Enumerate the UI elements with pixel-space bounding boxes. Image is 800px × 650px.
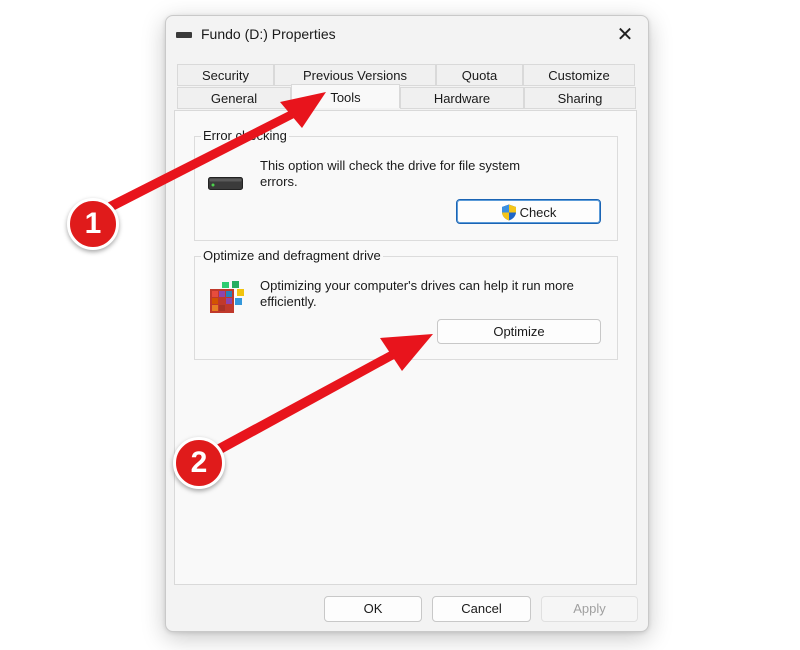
tab-customize[interactable]: Customize — [523, 64, 635, 86]
title-bar[interactable]: Fundo (D:) Properties ✕ — [166, 16, 648, 54]
tab-general[interactable]: General — [177, 87, 291, 109]
step-1-badge: 1 — [67, 198, 119, 250]
optimize-description: Optimizing your computer's drives can he… — [260, 278, 574, 309]
tools-panel: Error checking This option will check th… — [174, 110, 637, 585]
tab-security[interactable]: Security — [177, 64, 274, 86]
apply-button: Apply — [541, 596, 638, 622]
tab-hardware[interactable]: Hardware — [400, 87, 524, 109]
error-checking-label: Error checking — [201, 128, 289, 143]
tab-previous-versions[interactable]: Previous Versions — [274, 64, 436, 86]
drive-icon — [176, 32, 192, 38]
window-title: Fundo (D:) Properties — [201, 26, 336, 42]
tab-tools[interactable]: Tools — [291, 84, 400, 108]
check-button-label: Check — [519, 205, 557, 221]
ok-button[interactable]: OK — [324, 596, 422, 622]
error-checking-description: This option will check the drive for fil… — [260, 158, 521, 189]
error-checking-group: Error checking This option will check th… — [194, 128, 618, 241]
cancel-button[interactable]: Cancel — [432, 596, 531, 622]
optimize-group: Optimize and defragment drive Optimizing… — [194, 248, 618, 360]
tab-quota[interactable]: Quota — [436, 64, 523, 86]
step-2-badge: 2 — [173, 437, 225, 489]
tab-sharing[interactable]: Sharing — [524, 87, 636, 109]
defrag-icon — [208, 279, 246, 315]
check-button[interactable]: Check — [456, 199, 601, 224]
properties-window: Fundo (D:) Properties ✕ Security Previou… — [165, 15, 649, 632]
close-icon[interactable]: ✕ — [610, 22, 640, 48]
hard-drive-icon — [208, 177, 243, 190]
optimize-label: Optimize and defragment drive — [201, 248, 383, 263]
optimize-button[interactable]: Optimize — [437, 319, 601, 344]
uac-shield-icon — [501, 204, 517, 221]
